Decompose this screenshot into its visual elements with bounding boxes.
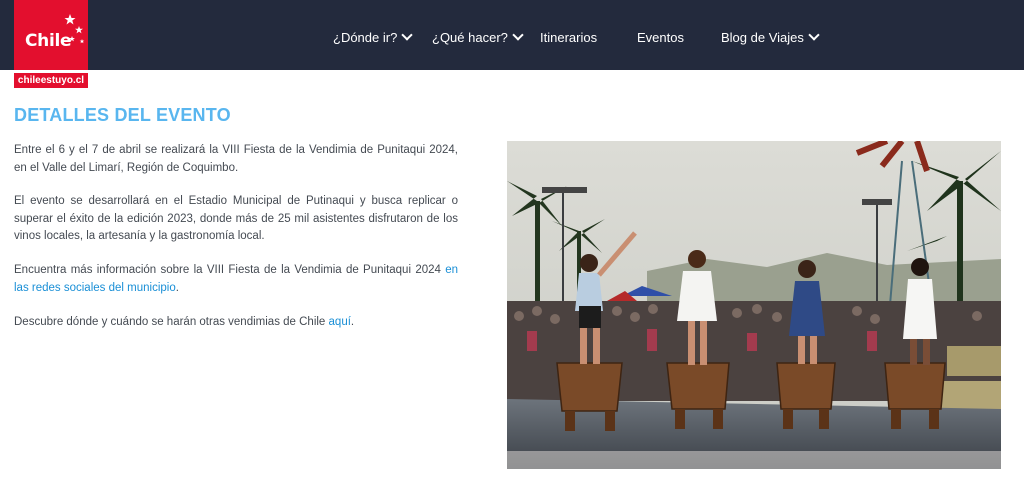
nav-donde-ir[interactable]: ¿Dónde ir? — [333, 0, 413, 70]
paragraph-venue: El evento se desarrollará en el Estadio … — [14, 195, 458, 242]
paragraph-more-info: Encuentra más información sobre la VIII … — [14, 262, 458, 297]
site-tag[interactable]: chileestuyo.cl — [14, 73, 88, 88]
top-navigation-bar: Chile ¿Dónde ir? ¿Qué hacer? Itinerarios… — [0, 0, 1024, 70]
nav-eventos-label: Eventos — [637, 30, 684, 45]
nav-blog-de-viajes-label: Blog de Viajes — [721, 30, 804, 45]
nav-eventos[interactable]: Eventos — [637, 0, 684, 70]
nav-que-hacer[interactable]: ¿Qué hacer? — [432, 0, 524, 70]
nav-blog-de-viajes[interactable]: Blog de Viajes — [721, 0, 820, 70]
section-title: DETALLES DEL EVENTO — [14, 105, 231, 125]
nav-itinerarios[interactable]: Itinerarios — [540, 0, 597, 70]
more-info-end: . — [175, 281, 179, 294]
event-photo — [507, 141, 1001, 469]
more-info-text: Encuentra más información sobre la VIII … — [14, 264, 446, 276]
nav-que-hacer-label: ¿Qué hacer? — [432, 30, 508, 45]
paragraph-dates: Entre el 6 y el 7 de abril se realizará … — [14, 144, 458, 174]
here-link[interactable]: aquí — [329, 316, 351, 328]
chevron-down-icon — [512, 29, 524, 41]
chevron-down-icon — [401, 29, 413, 41]
paragraph-other-harvests: Descubre dónde y cuándo se harán otras v… — [14, 314, 458, 332]
chevron-down-icon — [808, 29, 820, 41]
nav-itinerarios-label: Itinerarios — [540, 30, 598, 45]
nav-donde-ir-label: ¿Dónde ir? — [333, 30, 398, 45]
chile-logo[interactable]: Chile — [14, 0, 88, 70]
other-harvests-text: Descubre dónde y cuándo se harán otras v… — [14, 316, 329, 328]
other-harvests-end: . — [350, 316, 355, 328]
logo-text: Chile — [25, 31, 72, 51]
